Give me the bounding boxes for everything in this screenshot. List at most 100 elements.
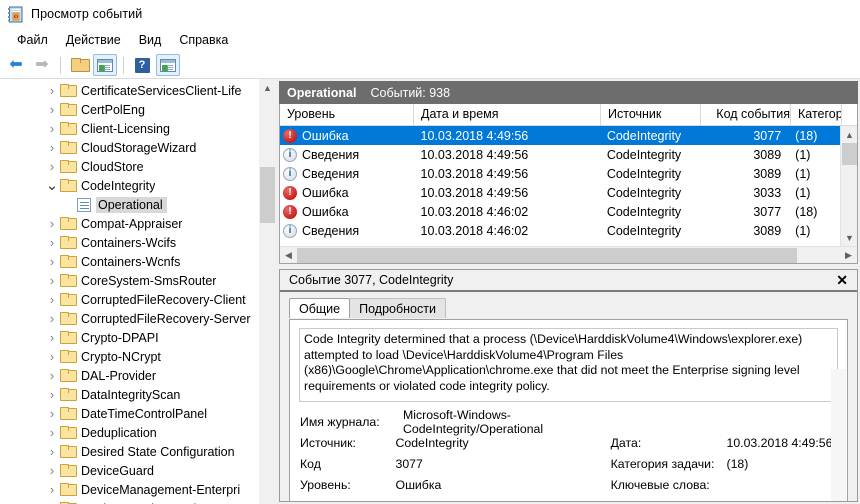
cell-source: CodeIntegrity [606, 204, 682, 219]
tree-item-corruptedfilerecovery-client[interactable]: › CorruptedFileRecovery-Client [0, 290, 275, 309]
show-hide-action-pane-button[interactable] [156, 54, 180, 76]
tree-item-operational[interactable]: Operational [0, 195, 275, 214]
tree-item-containers-wcifs[interactable]: › Containers-Wcifs [0, 233, 275, 252]
table-row[interactable]: i Сведения 10.03.2018 4:49:56 CodeIntegrity… [280, 164, 840, 183]
arrow-right-icon: ➡ [35, 56, 49, 73]
tree-item-coresystem-smsrouter[interactable]: › CoreSystem-SmsRouter [0, 271, 275, 290]
event-list-scroll-up-arrow[interactable]: ▲ [841, 126, 857, 143]
tree-item-client-licensing[interactable]: › Client-Licensing [0, 119, 275, 138]
chevron-down-icon[interactable]: ⌄ [44, 176, 60, 195]
toolbar-separator-1 [60, 56, 61, 74]
open-saved-log-button[interactable] [67, 54, 91, 76]
tree-item-dataintegrityscan[interactable]: › DataIntegrityScan [0, 385, 275, 404]
back-button[interactable]: ⬅ [4, 54, 28, 76]
event-list-horizontal-scrollbar[interactable]: ◀ ▶ [280, 246, 857, 263]
tree-item-certpoleng[interactable]: › CertPolEng [0, 100, 275, 119]
table-row[interactable]: ! Ошибка 10.03.2018 4:49:56 CodeIntegrity 30… [280, 126, 840, 145]
tree-item-dal-provider[interactable]: › DAL-Provider [0, 366, 275, 385]
menu-view[interactable]: Вид [130, 30, 171, 50]
event-list-scroll-left-arrow[interactable]: ◀ [280, 250, 297, 261]
chevron-right-icon[interactable]: › [44, 423, 60, 442]
toolbar: ⬅ ➡ ? [0, 52, 860, 79]
chevron-right-icon[interactable]: › [44, 233, 60, 252]
tree-item-datetimecontrolpanel[interactable]: › DateTimeControlPanel [0, 404, 275, 423]
column-header-level[interactable]: Уровень [280, 104, 414, 126]
tree-item-compat-appraiser[interactable]: › Compat-Appraiser [0, 214, 275, 233]
tree-item-label: Operational [96, 196, 167, 213]
table-row[interactable]: ! Ошибка 10.03.2018 4:46:02 CodeIntegrity 30… [280, 202, 840, 221]
chevron-right-icon[interactable]: › [44, 309, 60, 328]
chevron-right-icon[interactable]: › [44, 290, 60, 309]
chevron-right-icon[interactable]: › [44, 157, 60, 176]
table-row[interactable]: i Сведения 10.03.2018 4:49:56 CodeIntegrity… [280, 145, 840, 164]
tree-item-corruptedfilerecovery-server[interactable]: › CorruptedFileRecovery-Server [0, 309, 275, 328]
column-header-category[interactable]: Категор [791, 104, 842, 126]
cell-datetime: 10.03.2018 4:49:56 [420, 166, 529, 181]
chevron-right-icon[interactable]: › [44, 119, 60, 138]
forward-button[interactable]: ➡ [30, 54, 54, 76]
tree-item-cloudstoragewizard[interactable]: › CloudStorageWizard [0, 138, 275, 157]
tree-scroll-up-arrow[interactable]: ▲ [259, 79, 276, 96]
cell-datetime: 10.03.2018 4:46:02 [420, 204, 529, 219]
help-button[interactable]: ? [130, 54, 154, 76]
event-list-column-headers: Уровень Дата и время Источник Код событи… [280, 104, 857, 126]
chevron-right-icon[interactable]: › [44, 214, 60, 233]
table-row[interactable]: ! Ошибка 10.03.2018 4:49:56 CodeIntegrity 30… [280, 183, 840, 202]
tree-item-deduplication[interactable]: › Deduplication [0, 423, 275, 442]
event-list-scroll-down-arrow[interactable]: ▼ [841, 229, 857, 246]
tree-item-cloudstore[interactable]: › CloudStore [0, 157, 275, 176]
chevron-right-icon[interactable]: › [44, 442, 60, 461]
menu-help[interactable]: Справка [170, 30, 237, 50]
chevron-right-icon[interactable]: › [44, 100, 60, 119]
event-list-scroll-thumb[interactable] [842, 143, 857, 165]
event-list-hscroll-track[interactable] [297, 247, 840, 263]
event-list-scroll-right-arrow[interactable]: ▶ [840, 250, 857, 261]
chevron-right-icon[interactable]: › [44, 499, 60, 504]
error-icon: ! [283, 128, 297, 143]
column-header-event-id[interactable]: Код события [701, 104, 791, 126]
menu-file[interactable]: Файл [8, 30, 57, 50]
tree-vertical-scrollbar[interactable]: ▲ [258, 79, 275, 504]
chevron-right-icon[interactable]: › [44, 81, 60, 100]
cell-source: CodeIntegrity [606, 185, 682, 200]
menu-action[interactable]: Действие [57, 30, 130, 50]
event-list-vertical-scrollbar[interactable]: ▲ ▼ [840, 126, 857, 246]
tree-item-containers-wcnfs[interactable]: › Containers-Wcnfs [0, 252, 275, 271]
folder-icon [60, 84, 77, 97]
tree-item-devicemanagement-enterpri[interactable]: › DeviceManagement-Enterpri [0, 480, 275, 499]
tab-details[interactable]: Подробности [349, 298, 446, 318]
tree-item-devices-background[interactable]: ›Devices-Background [0, 499, 275, 504]
tree-item-certificateservicesclient-life[interactable]: › CertificateServicesClient-Life [0, 81, 275, 100]
chevron-right-icon[interactable]: › [44, 271, 60, 290]
table-row[interactable]: i Сведения 10.03.2018 4:46:02 CodeIntegrity… [280, 221, 840, 240]
event-list-hscroll-thumb[interactable] [297, 247, 797, 263]
chevron-right-icon[interactable]: › [44, 461, 60, 480]
event-viewer-window: Просмотр событий Файл Действие Вид Справ… [0, 0, 860, 504]
tree-item-desired-state-configuration[interactable]: › Desired State Configuration [0, 442, 275, 461]
chevron-right-icon[interactable]: › [44, 347, 60, 366]
chevron-right-icon[interactable]: › [44, 328, 60, 347]
tree-item-codeintegrity[interactable]: ⌄ CodeIntegrity [0, 176, 275, 195]
tree-item-crypto-ncrypt[interactable]: › Crypto-NCrypt [0, 347, 275, 366]
cell-level: i Сведения [280, 166, 414, 181]
tree-item-label: Desired State Configuration [81, 444, 235, 459]
chevron-right-icon[interactable]: › [44, 480, 60, 499]
chevron-right-icon[interactable]: › [44, 385, 60, 404]
close-icon[interactable]: ✕ [836, 272, 848, 289]
console-tree-list[interactable]: › CertificateServicesClient-Life › CertPolE… [0, 79, 275, 504]
chevron-right-icon[interactable]: › [44, 252, 60, 271]
chevron-right-icon[interactable]: › [44, 366, 60, 385]
folder-icon [60, 331, 77, 344]
tree-item-crypto-dpapi[interactable]: › Crypto-DPAPI [0, 328, 275, 347]
show-hide-console-tree-button[interactable] [93, 54, 117, 76]
tab-general[interactable]: Общие [289, 298, 351, 318]
tree-scroll-thumb[interactable] [260, 167, 275, 223]
column-header-datetime[interactable]: Дата и время [414, 104, 601, 126]
folder-icon [60, 483, 77, 496]
chevron-right-icon[interactable]: › [44, 138, 60, 157]
chevron-right-icon[interactable]: › [44, 404, 60, 423]
event-detail-vertical-scrollbar[interactable] [831, 369, 846, 501]
event-list[interactable]: Уровень Дата и время Источник Код событи… [279, 104, 858, 264]
tree-item-deviceguard[interactable]: › DeviceGuard [0, 461, 275, 480]
column-header-source[interactable]: Источник [601, 104, 701, 126]
